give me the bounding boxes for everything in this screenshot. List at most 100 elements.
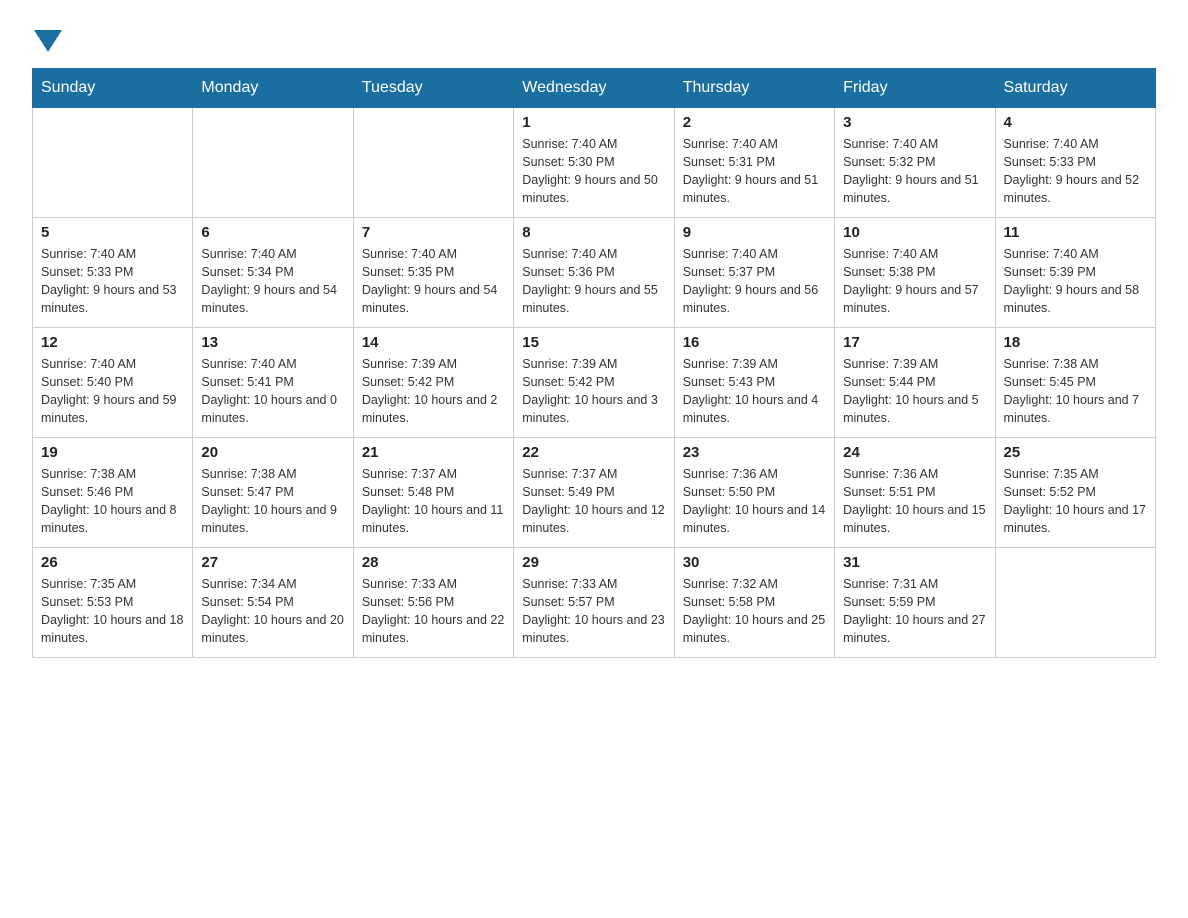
day-info: Sunrise: 7:40 AMSunset: 5:30 PMDaylight:… <box>522 135 665 208</box>
day-info: Sunrise: 7:35 AMSunset: 5:53 PMDaylight:… <box>41 575 184 648</box>
calendar-day-6: 6 Sunrise: 7:40 AMSunset: 5:34 PMDaylight… <box>193 218 353 328</box>
day-info: Sunrise: 7:40 AMSunset: 5:33 PMDaylight:… <box>1004 135 1147 208</box>
calendar-empty-cell <box>995 548 1155 658</box>
day-number: 16 <box>683 334 826 351</box>
calendar-day-3: 3 Sunrise: 7:40 AMSunset: 5:32 PMDaylight… <box>835 108 995 218</box>
day-info: Sunrise: 7:39 AMSunset: 5:42 PMDaylight:… <box>522 355 665 428</box>
day-info: Sunrise: 7:39 AMSunset: 5:43 PMDaylight:… <box>683 355 826 428</box>
calendar-day-17: 17 Sunrise: 7:39 AMSunset: 5:44 PMDayligh… <box>835 328 995 438</box>
calendar-day-7: 7 Sunrise: 7:40 AMSunset: 5:35 PMDaylight… <box>353 218 513 328</box>
day-info: Sunrise: 7:37 AMSunset: 5:48 PMDaylight:… <box>362 465 505 538</box>
day-number: 26 <box>41 554 184 571</box>
calendar-day-5: 5 Sunrise: 7:40 AMSunset: 5:33 PMDaylight… <box>33 218 193 328</box>
day-info: Sunrise: 7:40 AMSunset: 5:36 PMDaylight:… <box>522 245 665 318</box>
calendar-day-10: 10 Sunrise: 7:40 AMSunset: 5:38 PMDayligh… <box>835 218 995 328</box>
day-number: 11 <box>1004 224 1147 241</box>
calendar-week-row: 1 Sunrise: 7:40 AMSunset: 5:30 PMDaylight… <box>33 108 1156 218</box>
day-info: Sunrise: 7:33 AMSunset: 5:57 PMDaylight:… <box>522 575 665 648</box>
day-info: Sunrise: 7:40 AMSunset: 5:38 PMDaylight:… <box>843 245 986 318</box>
calendar-day-28: 28 Sunrise: 7:33 AMSunset: 5:56 PMDayligh… <box>353 548 513 658</box>
day-info: Sunrise: 7:40 AMSunset: 5:32 PMDaylight:… <box>843 135 986 208</box>
calendar-day-13: 13Sunrise: 7:40 AMSunset: 5:41 PMDayligh… <box>193 328 353 438</box>
calendar-day-26: 26 Sunrise: 7:35 AMSunset: 5:53 PMDayligh… <box>33 548 193 658</box>
day-info: Sunrise: 7:39 AMSunset: 5:44 PMDaylight:… <box>843 355 986 428</box>
day-number: 29 <box>522 554 665 571</box>
day-info: Sunrise: 7:33 AMSunset: 5:56 PMDaylight:… <box>362 575 505 648</box>
calendar-header-monday: Monday <box>193 69 353 108</box>
calendar-day-19: 19 Sunrise: 7:38 AMSunset: 5:46 PMDayligh… <box>33 438 193 548</box>
day-info: Sunrise: 7:40 AMSunset: 5:39 PMDaylight:… <box>1004 245 1147 318</box>
day-info: Sunrise: 7:34 AMSunset: 5:54 PMDaylight:… <box>201 575 344 648</box>
day-info: Sunrise: 7:39 AMSunset: 5:42 PMDaylight:… <box>362 355 505 428</box>
calendar-header-friday: Friday <box>835 69 995 108</box>
calendar-day-23: 23 Sunrise: 7:36 AMSunset: 5:50 PMDayligh… <box>674 438 834 548</box>
calendar-day-22: 22 Sunrise: 7:37 AMSunset: 5:49 PMDayligh… <box>514 438 674 548</box>
day-number: 23 <box>683 444 826 461</box>
day-info: Sunrise: 7:37 AMSunset: 5:49 PMDaylight:… <box>522 465 665 538</box>
day-info: Sunrise: 7:31 AMSunset: 5:59 PMDaylight:… <box>843 575 986 648</box>
calendar-empty-cell <box>353 108 513 218</box>
day-number: 5 <box>41 224 184 241</box>
day-info: Sunrise: 7:40 AMSunset: 5:37 PMDaylight:… <box>683 245 826 318</box>
calendar-day-31: 31 Sunrise: 7:31 AMSunset: 5:59 PMDayligh… <box>835 548 995 658</box>
day-number: 2 <box>683 114 826 131</box>
day-number: 18 <box>1004 334 1147 351</box>
day-number: 22 <box>522 444 665 461</box>
calendar-week-row: 26 Sunrise: 7:35 AMSunset: 5:53 PMDayligh… <box>33 548 1156 658</box>
day-number: 15 <box>522 334 665 351</box>
calendar-header-thursday: Thursday <box>674 69 834 108</box>
day-info: Sunrise: 7:36 AMSunset: 5:50 PMDaylight:… <box>683 465 826 538</box>
calendar-week-row: 5 Sunrise: 7:40 AMSunset: 5:33 PMDaylight… <box>33 218 1156 328</box>
calendar-week-row: 19 Sunrise: 7:38 AMSunset: 5:46 PMDayligh… <box>33 438 1156 548</box>
calendar-day-18: 18 Sunrise: 7:38 AMSunset: 5:45 PMDayligh… <box>995 328 1155 438</box>
day-number: 14 <box>362 334 505 351</box>
calendar-empty-cell <box>33 108 193 218</box>
day-number: 30 <box>683 554 826 571</box>
day-number: 4 <box>1004 114 1147 131</box>
day-number: 6 <box>201 224 344 241</box>
day-number: 17 <box>843 334 986 351</box>
day-number: 25 <box>1004 444 1147 461</box>
calendar-day-12: 12Sunrise: 7:40 AMSunset: 5:40 PMDayligh… <box>33 328 193 438</box>
day-info: Sunrise: 7:32 AMSunset: 5:58 PMDaylight:… <box>683 575 826 648</box>
day-info: Sunrise: 7:40 AMSunset: 5:31 PMDaylight:… <box>683 135 826 208</box>
day-info: Sunrise: 7:35 AMSunset: 5:52 PMDaylight:… <box>1004 465 1147 538</box>
day-info: Sunrise: 7:40 AMSunset: 5:41 PMDaylight:… <box>201 355 344 428</box>
day-number: 24 <box>843 444 986 461</box>
calendar-header-saturday: Saturday <box>995 69 1155 108</box>
calendar-day-21: 21Sunrise: 7:37 AMSunset: 5:48 PMDayligh… <box>353 438 513 548</box>
calendar-day-30: 30 Sunrise: 7:32 AMSunset: 5:58 PMDayligh… <box>674 548 834 658</box>
calendar-day-24: 24Sunrise: 7:36 AMSunset: 5:51 PMDayligh… <box>835 438 995 548</box>
calendar-day-14: 14 Sunrise: 7:39 AMSunset: 5:42 PMDayligh… <box>353 328 513 438</box>
page-header <box>32 24 1156 52</box>
day-info: Sunrise: 7:40 AMSunset: 5:33 PMDaylight:… <box>41 245 184 318</box>
day-number: 19 <box>41 444 184 461</box>
logo-triangle-icon <box>34 30 62 52</box>
day-number: 3 <box>843 114 986 131</box>
day-info: Sunrise: 7:40 AMSunset: 5:35 PMDaylight:… <box>362 245 505 318</box>
day-number: 9 <box>683 224 826 241</box>
day-number: 20 <box>201 444 344 461</box>
day-info: Sunrise: 7:40 AMSunset: 5:34 PMDaylight:… <box>201 245 344 318</box>
day-number: 1 <box>522 114 665 131</box>
day-number: 7 <box>362 224 505 241</box>
day-info: Sunrise: 7:38 AMSunset: 5:47 PMDaylight:… <box>201 465 344 538</box>
logo <box>32 24 62 52</box>
calendar-header-wednesday: Wednesday <box>514 69 674 108</box>
day-number: 27 <box>201 554 344 571</box>
calendar-header-row: SundayMondayTuesdayWednesdayThursdayFrid… <box>33 69 1156 108</box>
day-number: 31 <box>843 554 986 571</box>
calendar-week-row: 12Sunrise: 7:40 AMSunset: 5:40 PMDayligh… <box>33 328 1156 438</box>
day-number: 28 <box>362 554 505 571</box>
calendar-day-4: 4 Sunrise: 7:40 AMSunset: 5:33 PMDaylight… <box>995 108 1155 218</box>
calendar-day-25: 25 Sunrise: 7:35 AMSunset: 5:52 PMDayligh… <box>995 438 1155 548</box>
calendar-header-sunday: Sunday <box>33 69 193 108</box>
day-info: Sunrise: 7:38 AMSunset: 5:45 PMDaylight:… <box>1004 355 1147 428</box>
day-info: Sunrise: 7:40 AMSunset: 5:40 PMDaylight:… <box>41 355 184 428</box>
day-info: Sunrise: 7:38 AMSunset: 5:46 PMDaylight:… <box>41 465 184 538</box>
day-number: 10 <box>843 224 986 241</box>
calendar-day-15: 15 Sunrise: 7:39 AMSunset: 5:42 PMDayligh… <box>514 328 674 438</box>
day-number: 8 <box>522 224 665 241</box>
calendar-day-8: 8 Sunrise: 7:40 AMSunset: 5:36 PMDaylight… <box>514 218 674 328</box>
calendar-day-1: 1 Sunrise: 7:40 AMSunset: 5:30 PMDaylight… <box>514 108 674 218</box>
